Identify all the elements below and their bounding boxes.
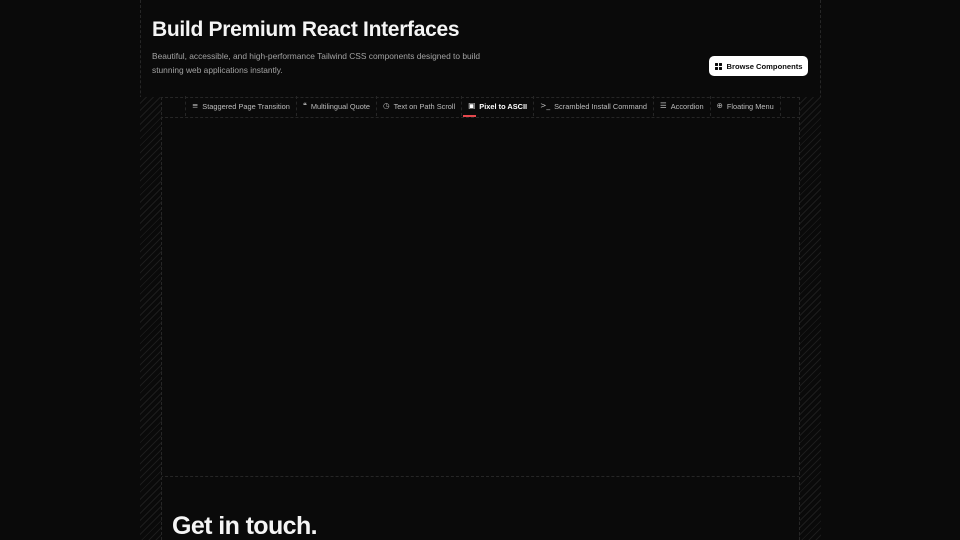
tab-floating-menu[interactable]: ⊕ Floating Menu	[709, 96, 781, 116]
tab-text-on-path-scroll[interactable]: ◷ Text on Path Scroll	[376, 96, 461, 116]
tab-label: Pixel to ASCII	[479, 101, 528, 111]
tab-label: Staggered Page Transition	[202, 101, 290, 111]
tab-scrambled-install-command[interactable]: >_ Scrambled Install Command	[533, 96, 653, 116]
tab-label: Scrambled Install Command	[554, 101, 647, 111]
hatched-rail-right	[799, 97, 821, 540]
tab-label: Floating Menu	[726, 101, 774, 111]
tab-pixel-to-ascii[interactable]: ▣ Pixel to ASCII	[461, 96, 533, 117]
tab-multilingual-quote[interactable]: ❝ Multilingual Quote	[295, 96, 376, 116]
tab-accordion[interactable]: ☰ Accordion	[652, 96, 710, 116]
plus-circle-icon: ⊕	[716, 101, 723, 111]
accordion-icon: ☰	[659, 101, 667, 111]
tab-label: Text on Path Scroll	[393, 101, 456, 111]
tab-staggered-page-transition[interactable]: ≡ Staggered Page Transition	[185, 96, 296, 116]
contact-heading: Get in touch.	[172, 512, 318, 540]
page: Build Premium React Interfaces Beautiful…	[0, 0, 960, 540]
page-subtitle: Beautiful, accessible, and high-performa…	[152, 51, 481, 75]
image-icon: ▣	[468, 101, 476, 111]
component-preview-area[interactable]	[162, 118, 798, 476]
clock-icon: ◷	[383, 101, 390, 111]
page-title: Build Premium React Interfaces	[152, 18, 460, 41]
quote-icon: ❝	[302, 101, 307, 111]
hatched-rail-left	[140, 97, 162, 540]
browse-components-button[interactable]: Browse Components	[709, 56, 808, 76]
component-tabs: ≡ Staggered Page Transition ❝ Multilingu…	[185, 96, 781, 117]
tab-label: Accordion	[670, 101, 704, 111]
lines-icon: ≡	[192, 101, 199, 111]
browse-components-label: Browse Components	[726, 61, 803, 71]
preview-bottom-divider	[140, 476, 820, 477]
terminal-icon: >_	[540, 101, 551, 111]
tab-label: Multilingual Quote	[310, 101, 371, 111]
grid-icon	[714, 62, 722, 70]
